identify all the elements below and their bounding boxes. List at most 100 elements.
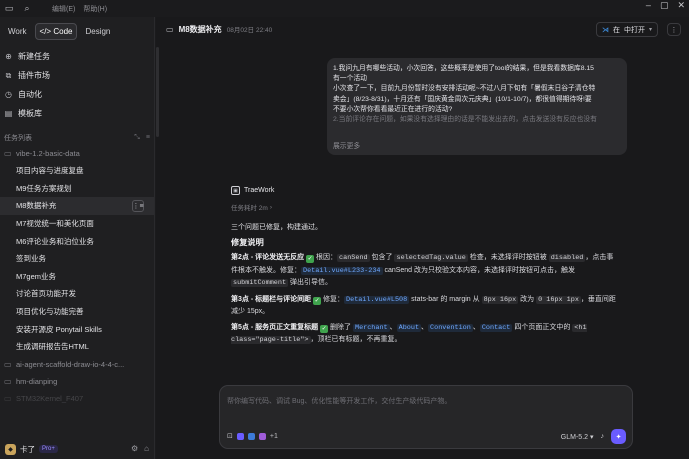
composer[interactable]: 帮你编写代码、调试 Bug、优化性能等开发工作，交付生产级代码产物。 ⊡ +1 … bbox=[219, 385, 633, 449]
assistant-brand: ▣ TraeWork bbox=[231, 186, 616, 195]
microphone-icon[interactable]: ♪ bbox=[601, 433, 605, 440]
model-selector[interactable]: GLM-5.2 ▾ bbox=[561, 433, 594, 441]
file-link[interactable]: About bbox=[396, 323, 422, 332]
task-item[interactable]: M7gem业务 bbox=[0, 268, 154, 286]
fix-text: 、 bbox=[389, 323, 397, 331]
more-options-icon[interactable]: ⋮ bbox=[667, 23, 681, 36]
task-item[interactable]: M7视觉统一和美化页面 bbox=[0, 215, 154, 233]
fix-text: 、 bbox=[472, 323, 480, 331]
sidebar-toggle-icon[interactable]: ▭ bbox=[4, 3, 14, 14]
doc-chip-icon[interactable] bbox=[247, 432, 255, 440]
project-group[interactable]: ▭ vibe-1.2-basic-data bbox=[0, 145, 154, 162]
fix-text: stats-bar 的 margin 从 bbox=[409, 295, 482, 303]
message-line: 小次查了一下，目前九月份暂时没有安排活动呢~不过八月下旬有「暑假末日谷子清仓特 bbox=[333, 85, 596, 93]
main-panel: ▭ M8数据补充 08月02日 22:40 ⋊ 在 中打开 ▾ ⋮ 1.我问九月… bbox=[156, 17, 689, 459]
send-button[interactable]: ✦ bbox=[611, 429, 626, 444]
image-chip-icon[interactable] bbox=[236, 432, 244, 440]
user-bar[interactable]: ◆ 卡了 Pro+ ⚙ ⌂ bbox=[0, 439, 155, 459]
task-label: M9任务方案规划 bbox=[16, 183, 72, 193]
message-line: 卖会」(8/23-8/31)，十月还有「国庆黄金周次元庆典」(10/1-10/7… bbox=[333, 95, 592, 103]
vscode-label: 在 bbox=[612, 26, 620, 34]
avatar[interactable]: ◆ bbox=[5, 443, 16, 455]
notification-icon[interactable]: ⌂ bbox=[144, 444, 149, 453]
chevron-right-icon: › bbox=[269, 203, 273, 211]
fix-item: 第2点 - 评论发送无反应 ✓ 根因： canSend 包含了 selectedT… bbox=[231, 252, 616, 290]
message-line: 不要小次帮你看看最近正在进行的活动? bbox=[333, 105, 453, 113]
file-link[interactable]: Merchant bbox=[352, 323, 390, 332]
tab-work[interactable]: Work bbox=[3, 23, 32, 40]
task-item[interactable]: 生成调研报告告HTML bbox=[0, 338, 154, 356]
skill-chip-icon[interactable] bbox=[258, 432, 266, 440]
attach-icon[interactable]: ⊡ bbox=[227, 432, 233, 440]
settings-icon[interactable]: ⚙ bbox=[131, 444, 138, 453]
composer-actions: GLM-5.2 ▾ ♪ ✦ bbox=[561, 429, 626, 444]
search-icon[interactable]: ⌕ bbox=[22, 3, 32, 14]
minimize-icon[interactable]: – bbox=[646, 0, 651, 11]
task-item[interactable]: 安装开源皮 Ponytail Skills bbox=[0, 320, 154, 338]
composer-tools: ⊡ +1 bbox=[227, 432, 278, 440]
task-item[interactable]: M8数据补充 ⋮≡ bbox=[0, 197, 154, 215]
inline-code: disabled bbox=[548, 254, 586, 262]
task-item[interactable]: 签到业务 bbox=[0, 250, 154, 268]
open-in-editor-button[interactable]: ⋊ 在 中打开 ▾ bbox=[595, 22, 658, 37]
user-message: 1.我问九月有哪些活动，小次回答，这些概率是使用了tool的结果，但是我看数据库… bbox=[327, 58, 627, 155]
task-item[interactable]: 项目内容与进度复盘 bbox=[0, 162, 154, 180]
plan-badge: Pro+ bbox=[39, 445, 58, 453]
expand-more-link[interactable]: 展示更多 bbox=[333, 140, 360, 150]
task-item[interactable]: M6评论业务和泊位业务 bbox=[0, 232, 154, 250]
task-label: M6评论业务和泊位业务 bbox=[16, 236, 94, 246]
more-count: +1 bbox=[269, 432, 278, 440]
group-label: ai-agent-scaffold-draw-io-4-4-c... bbox=[16, 359, 125, 369]
menu-edit[interactable]: 编辑(E) bbox=[52, 4, 75, 14]
task-date: 08月02日 22:40 bbox=[226, 27, 273, 34]
file-link[interactable]: Convention bbox=[428, 323, 473, 332]
sidebar: Work </> Code Design ⊕ 新建任务 ⧉ 插件市场 ◷ 自动化 ▤ 模… bbox=[0, 17, 155, 459]
tab-design[interactable]: Design bbox=[80, 23, 115, 40]
filter-icon[interactable]: ≡ bbox=[146, 134, 150, 142]
open-label: 中打开 bbox=[623, 26, 645, 34]
task-list-header: 任务列表 ⤡ ≡ bbox=[0, 131, 154, 145]
task-label: M7gem业务 bbox=[16, 271, 57, 281]
fix-text: 根因： bbox=[316, 254, 338, 261]
task-label: 安装开源皮 Ponytail Skills bbox=[16, 324, 102, 334]
fix-text: 检查，未选择评时按钮被 bbox=[467, 254, 549, 261]
inline-code: canSend bbox=[337, 254, 370, 262]
clock-icon: ◷ bbox=[5, 90, 12, 99]
task-label: M8数据补充 bbox=[16, 201, 57, 211]
mode-tabs: Work </> Code Design bbox=[0, 17, 154, 40]
task-label: 项目优化与功能完善 bbox=[16, 307, 84, 317]
menu-help[interactable]: 帮助(H) bbox=[83, 4, 107, 14]
task-menu-icon[interactable]: ⋮≡ bbox=[132, 199, 144, 212]
file-link[interactable]: Contact bbox=[479, 323, 513, 332]
task-label: M7视觉统一和美化页面 bbox=[16, 219, 94, 229]
task-label: 签到业务 bbox=[16, 254, 46, 264]
scrollbar[interactable] bbox=[156, 47, 159, 137]
nav-automation[interactable]: ◷ 自动化 bbox=[0, 85, 154, 104]
project-group[interactable]: ▭ ai-agent-scaffold-draw-io-4-4-c... bbox=[0, 356, 154, 373]
close-icon[interactable]: ✕ bbox=[677, 0, 685, 11]
nav-templates[interactable]: ▤ 模板库 bbox=[0, 104, 154, 123]
section-heading: 修复说明 bbox=[231, 238, 264, 247]
model-label: GLM-5.2 bbox=[560, 433, 589, 441]
nav-new-task[interactable]: ⊕ 新建任务 bbox=[0, 47, 154, 66]
prompt-input[interactable]: 帮你编写代码、调试 Bug、优化性能等开发工作，交付生产级代码产物。 bbox=[227, 396, 451, 406]
nav-plugin-market[interactable]: ⧉ 插件市场 bbox=[0, 66, 154, 85]
elapsed-time[interactable]: 任务耗时 2m › bbox=[231, 202, 616, 213]
project-group[interactable]: ▭ STM32Kernel_F407 bbox=[0, 390, 154, 407]
maximize-icon[interactable]: ▢ bbox=[660, 0, 669, 11]
file-link[interactable]: Detail.vue#L508 bbox=[344, 295, 410, 304]
task-item[interactable]: 项目优化与功能完善 bbox=[0, 303, 154, 321]
task-item[interactable]: 讨论首页功能开发 bbox=[0, 285, 154, 303]
inline-code: submitComment bbox=[231, 279, 289, 287]
project-group[interactable]: ▭ hm-dianping bbox=[0, 373, 154, 390]
collapse-all-icon[interactable]: ⤡ bbox=[134, 134, 140, 142]
chevron-down-icon[interactable]: ▾ bbox=[649, 26, 652, 33]
title-bar: ▭ ⌕ 编辑(E) 帮助(H) – ▢ ✕ bbox=[0, 0, 689, 17]
folder-icon: ▭ bbox=[4, 376, 12, 386]
plugin-icon: ⧉ bbox=[5, 70, 12, 80]
file-link[interactable]: Detail.vue#L233-234 bbox=[301, 266, 383, 275]
check-icon: ✓ bbox=[313, 296, 322, 305]
task-item[interactable]: M9任务方案规划 bbox=[0, 180, 154, 198]
task-list: 项目内容与进度复盘 M9任务方案规划 M8数据补充 ⋮≡ M7视觉统一和美化页面 M6评论… bbox=[0, 162, 154, 356]
tab-code[interactable]: </> Code bbox=[34, 23, 78, 40]
